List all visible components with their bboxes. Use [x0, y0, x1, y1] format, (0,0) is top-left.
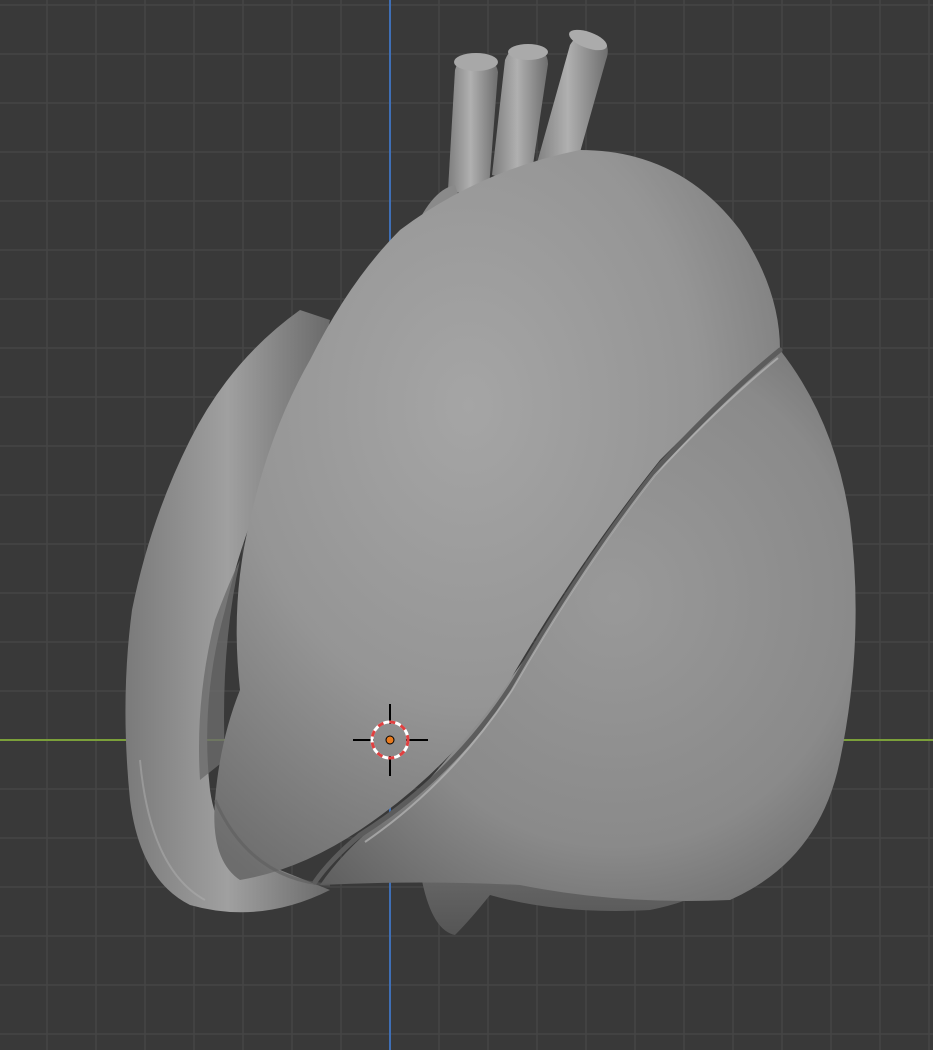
- 3d-viewport[interactable]: [0, 0, 933, 1050]
- heart-mesh[interactable]: [125, 26, 856, 935]
- viewport-canvas[interactable]: [0, 0, 933, 1050]
